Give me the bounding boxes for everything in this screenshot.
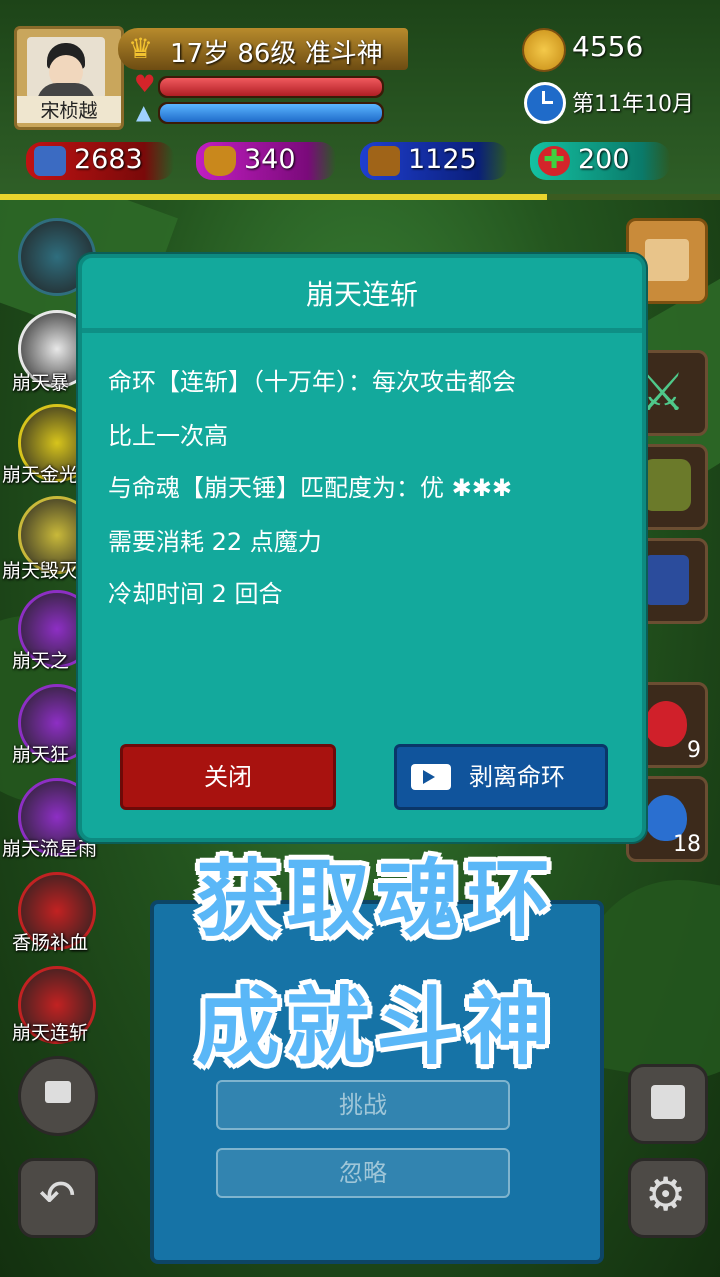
top-status-bar: 宋桢越 ♛ 17岁 86级 准斗神 ♥ ▲ 4556 第11年10月 2683 … [0,0,720,196]
avatar[interactable]: 宋桢越 [14,26,124,130]
heal-value: 200 [578,144,630,175]
defense-value: 340 [244,144,296,175]
sword-icon [34,146,66,176]
promo-line-2: 成就斗神 [195,978,556,1076]
dialog-line: 需要消耗 22 点魔力 [108,528,322,556]
heal-cross-icon: ✚ [538,146,570,176]
speed-stat: 1125 [360,142,508,180]
video-icon [411,764,451,790]
mana-flask-icon: ▲ [136,100,152,124]
xp-bar-fill [0,194,548,200]
red-potion-icon [645,701,687,747]
challenge-button[interactable]: 挑战 [216,1080,510,1130]
hp-bar [158,76,384,98]
red-potion-count: 9 [687,738,701,763]
boots-item-icon [645,555,689,605]
attack-stat: 2683 [26,142,174,180]
gold-amount: 4556 [572,30,644,63]
back-button[interactable]: ↶ [18,1158,98,1238]
level-plate: ♛ 17岁 86级 准斗神 [118,28,408,70]
heal-stat: ✚ 200 [530,142,670,180]
ignore-button[interactable]: 忽略 [216,1148,510,1198]
dialog-title: 崩天连斩 [305,278,418,311]
skill-detail-dialog: 崩天连斩 命环【连斩】（十万年）：每次攻击都会 比上一次高 与命魂【崩天锤】匹配… [78,254,646,842]
armor-item-icon [643,459,691,511]
level-info: 17岁 86级 准斗神 [170,39,383,69]
avatar-portrait [27,37,105,99]
player-name: 宋桢越 [17,96,121,123]
heart-icon: ♥ [134,70,156,98]
hp-bar-fill [160,78,382,96]
strip-ring-button[interactable]: 剥离命环 [394,744,608,810]
speed-value: 1125 [408,144,477,175]
game-date: 第11年10月 [572,92,694,117]
dialog-line: 比上一次高 [108,422,228,450]
gear-icon: ⚙ [645,1167,687,1221]
lock-button[interactable] [18,1056,98,1136]
dialog-line: 与命魂【崩天锤】匹配度为：优 ✱✱✱ [108,474,512,502]
save-icon [651,1085,685,1119]
clock-icon [524,82,566,124]
mp-bar [158,102,384,124]
dialog-line: 命环【连斩】（十万年）：每次攻击都会 [108,368,516,396]
dialog-line: 冷却时间 2 回合 [108,580,283,608]
attack-value: 2683 [74,144,143,175]
lock-icon [45,1081,71,1103]
close-button[interactable]: 关闭 [120,744,336,810]
promo-line-1: 获取魂环 [195,850,556,948]
defense-stat: 340 [196,142,336,180]
crown-icon: ♛ [128,32,154,65]
boot-icon [368,146,400,176]
map-scroll-icon [645,239,689,281]
shield-icon [204,146,236,176]
settings-button[interactable]: ⚙ [628,1158,708,1238]
dialog-divider [82,328,642,333]
blue-potion-count: 18 [673,832,701,857]
event-panel: 挑战 忽略 [150,900,604,1264]
strip-ring-label: 剥离命环 [469,763,565,791]
gold-coin-icon [522,28,566,72]
back-arrow-icon: ↶ [39,1171,76,1222]
mp-bar-fill [160,104,382,122]
